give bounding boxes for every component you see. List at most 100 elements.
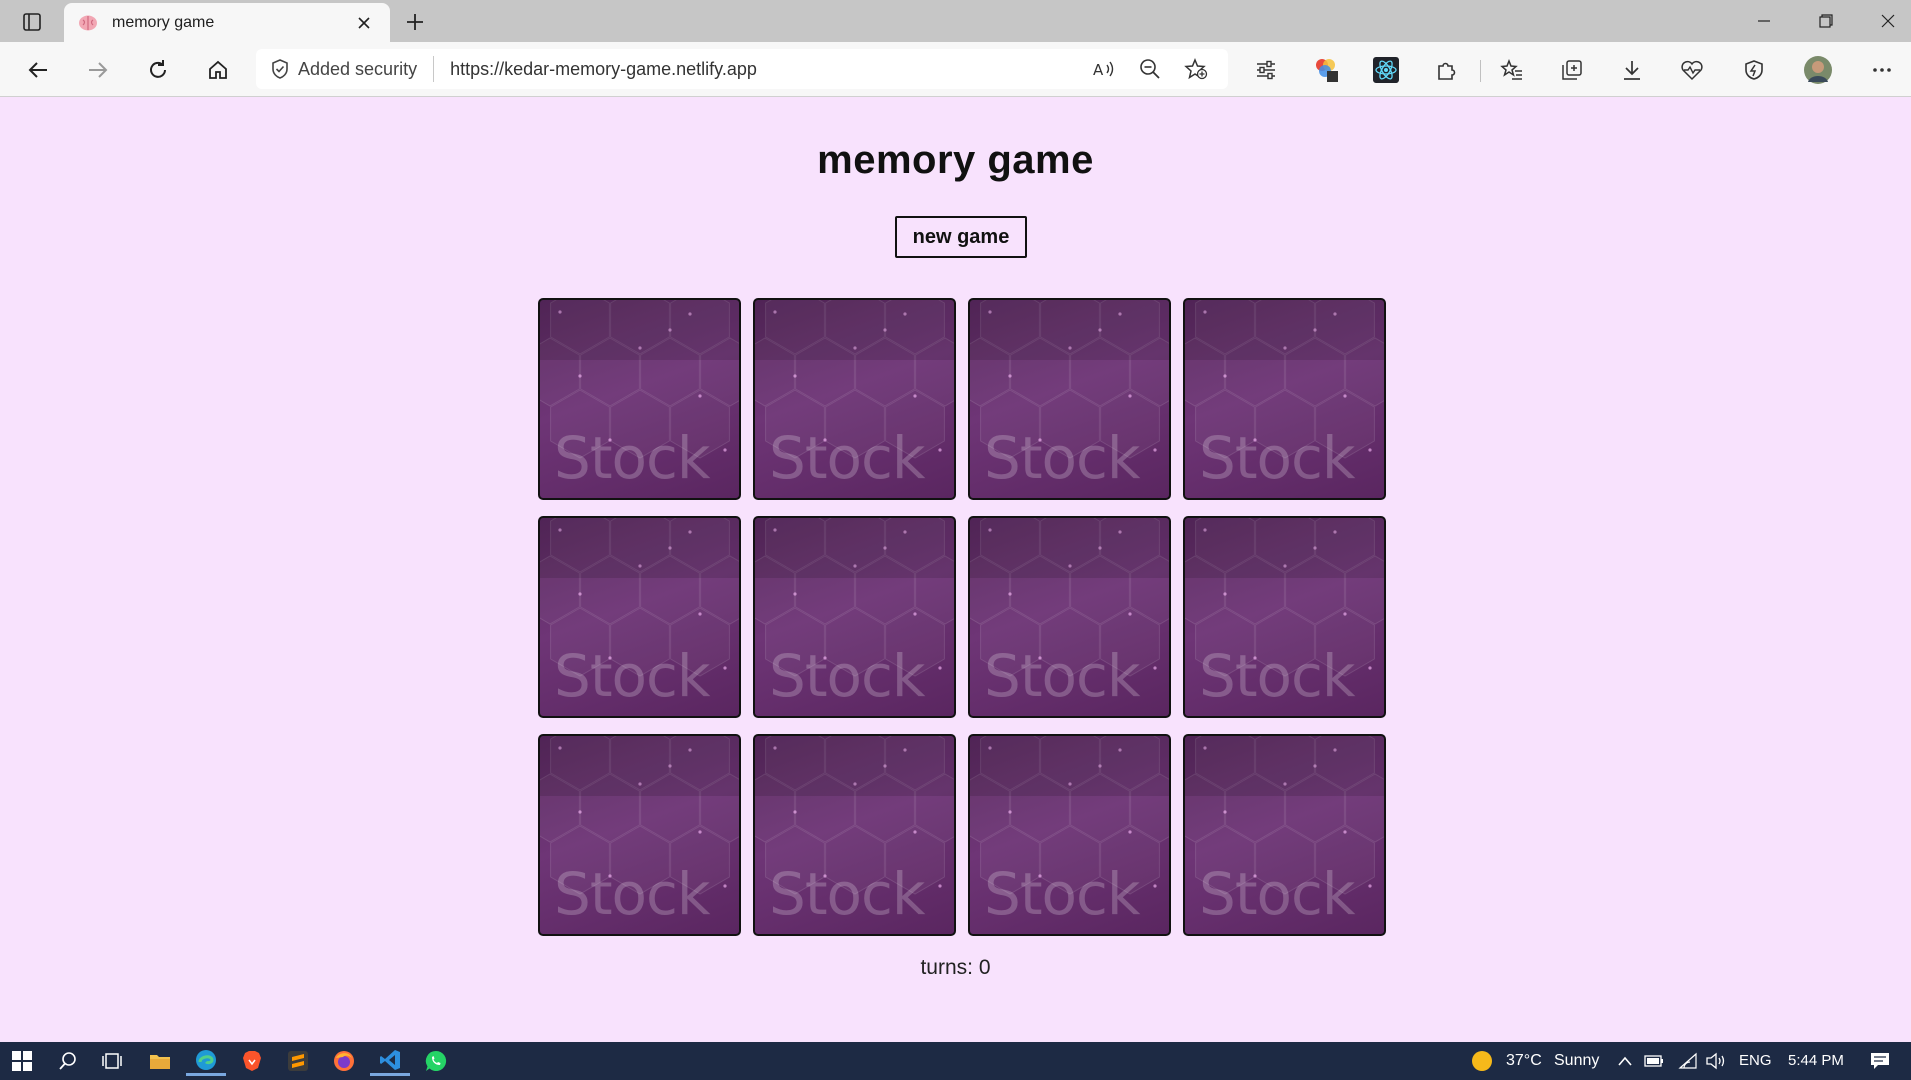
address-bar[interactable]: Added security https://kedar-memory-game… xyxy=(256,49,1228,89)
memory-card[interactable]: Stock xyxy=(1183,298,1386,500)
memory-card[interactable]: Stock xyxy=(1183,734,1386,936)
browser-tab-bar: memory game xyxy=(0,0,1911,42)
toolbar-divider xyxy=(1480,60,1481,82)
card-back-watermark: Stock xyxy=(1199,860,1356,928)
sublime-text-icon xyxy=(288,1051,308,1071)
weather-description[interactable]: Sunny xyxy=(1554,1052,1599,1070)
collections-button[interactable] xyxy=(1554,52,1590,88)
customize-button[interactable] xyxy=(1248,52,1284,88)
home-icon xyxy=(209,60,227,79)
card-back-watermark: Stock xyxy=(984,424,1141,492)
vscode-taskbar-button[interactable] xyxy=(370,1046,410,1076)
add-favorite-button[interactable] xyxy=(1178,51,1214,87)
task-view-button[interactable] xyxy=(92,1046,132,1076)
read-aloud-button[interactable]: A xyxy=(1086,51,1122,87)
back-arrow-icon xyxy=(28,62,47,78)
browser-toolbar: Added security https://kedar-memory-game… xyxy=(0,42,1911,97)
task-view-icon xyxy=(102,1053,122,1069)
search-button[interactable] xyxy=(48,1046,88,1076)
card-back-watermark: Stock xyxy=(554,642,711,710)
memory-card[interactable]: Stock xyxy=(538,516,741,718)
sliders-icon xyxy=(1257,60,1275,80)
card-back-watermark: Stock xyxy=(554,860,711,928)
react-devtools-button[interactable] xyxy=(1368,52,1404,88)
firefox-icon xyxy=(334,1051,354,1071)
memory-card[interactable]: Stock xyxy=(538,298,741,500)
heartbeat-icon xyxy=(1681,60,1703,81)
firefox-taskbar-button[interactable] xyxy=(324,1046,364,1076)
security-indicator[interactable]: Added security xyxy=(270,56,435,82)
browser-essentials-button[interactable] xyxy=(1674,52,1710,88)
home-button[interactable] xyxy=(200,52,236,88)
profile-button[interactable] xyxy=(1800,52,1836,88)
downloads-button[interactable] xyxy=(1614,52,1650,88)
memory-card[interactable]: Stock xyxy=(538,734,741,936)
wifi-icon xyxy=(1678,1052,1697,1069)
card-back-watermark: Stock xyxy=(769,860,926,928)
input-language[interactable]: ENG xyxy=(1739,1052,1772,1069)
weather-sun-icon[interactable] xyxy=(1462,1046,1502,1076)
speaker-icon xyxy=(1706,1052,1725,1070)
zoom-out-button[interactable] xyxy=(1132,51,1168,87)
favorites-button[interactable] xyxy=(1494,52,1530,88)
card-back-watermark: Stock xyxy=(1199,642,1356,710)
new-tab-button[interactable] xyxy=(400,7,430,37)
memory-card[interactable]: Stock xyxy=(753,734,956,936)
download-icon xyxy=(1624,61,1640,80)
shield-icon xyxy=(272,59,288,79)
card-back-watermark: Stock xyxy=(554,424,711,492)
zoom-out-icon xyxy=(1140,59,1160,79)
tab-close-icon[interactable] xyxy=(352,11,376,35)
avatar xyxy=(1804,56,1832,84)
page-content: memory game new game Stock Stock Stock Stoc… xyxy=(0,98,1911,1042)
refresh-icon xyxy=(150,60,166,78)
react-icon xyxy=(1373,57,1399,83)
settings-more-button[interactable] xyxy=(1864,52,1900,88)
notification-center-button[interactable] xyxy=(1860,1046,1900,1076)
search-icon xyxy=(59,1052,76,1070)
forward-button[interactable] xyxy=(80,52,116,88)
vscode-icon xyxy=(380,1049,400,1070)
edge-taskbar-button[interactable] xyxy=(186,1046,226,1076)
brave-taskbar-button[interactable] xyxy=(232,1046,272,1076)
back-button[interactable] xyxy=(20,52,56,88)
svg-text:A: A xyxy=(1093,61,1104,79)
volume-control[interactable] xyxy=(1696,1046,1736,1076)
extensions-button[interactable] xyxy=(1428,52,1464,88)
notification-icon xyxy=(1871,1053,1889,1069)
start-button[interactable] xyxy=(2,1046,42,1076)
windows-logo-icon xyxy=(12,1051,32,1071)
favorites-list-icon xyxy=(1500,59,1522,80)
extension-colorful-button[interactable] xyxy=(1308,52,1344,88)
close-window-button[interactable] xyxy=(1866,6,1910,36)
card-back-watermark: Stock xyxy=(1199,424,1356,492)
performance-button[interactable] xyxy=(1736,52,1772,88)
tab-actions-button[interactable] xyxy=(10,7,54,37)
card-grid: Stock Stock Stock Stock Stock Stock Stock Stock… xyxy=(538,298,1389,936)
memory-card[interactable]: Stock xyxy=(968,298,1171,500)
memory-card[interactable]: Stock xyxy=(753,298,956,500)
restore-button[interactable] xyxy=(1804,6,1848,36)
file-explorer-button[interactable] xyxy=(140,1046,180,1076)
minimize-button[interactable] xyxy=(1742,6,1786,36)
memory-card[interactable]: Stock xyxy=(968,734,1171,936)
battery-icon xyxy=(1644,1055,1663,1067)
more-dots-icon xyxy=(1873,68,1891,72)
memory-card[interactable]: Stock xyxy=(1183,516,1386,718)
new-game-button[interactable]: new game xyxy=(895,216,1027,258)
card-back-watermark: Stock xyxy=(984,860,1141,928)
windows-taskbar: 37°C Sunny ENG 5:44 PM xyxy=(0,1042,1911,1080)
puzzle-icon xyxy=(1438,62,1456,80)
refresh-button[interactable] xyxy=(140,52,176,88)
browser-tab-active[interactable]: memory game xyxy=(64,3,390,42)
whatsapp-taskbar-button[interactable] xyxy=(416,1046,456,1076)
sublime-taskbar-button[interactable] xyxy=(278,1046,318,1076)
close-icon xyxy=(1881,14,1895,28)
weather-temperature[interactable]: 37°C xyxy=(1506,1052,1542,1070)
url-text[interactable]: https://kedar-memory-game.netlify.app xyxy=(434,59,1076,80)
brain-favicon-icon xyxy=(78,13,98,33)
card-back-watermark: Stock xyxy=(769,424,926,492)
memory-card[interactable]: Stock xyxy=(753,516,956,718)
system-clock[interactable]: 5:44 PM xyxy=(1788,1052,1844,1069)
memory-card[interactable]: Stock xyxy=(968,516,1171,718)
